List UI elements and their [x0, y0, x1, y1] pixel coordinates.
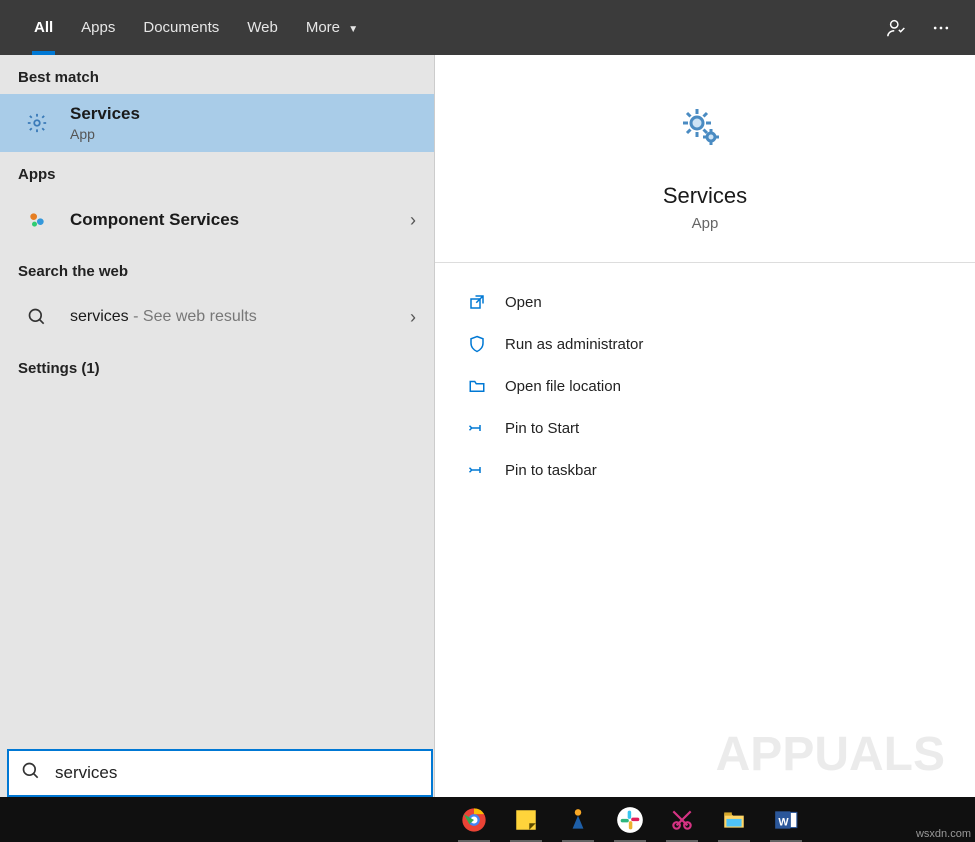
preview-header: Services App: [435, 55, 975, 263]
results-pane: Best match Services App Apps Component S…: [0, 55, 435, 797]
web-header: Search the web: [0, 249, 434, 288]
shield-icon: [465, 335, 489, 353]
taskbar-word[interactable]: W: [760, 797, 812, 842]
chevron-right-icon: ›: [410, 307, 416, 328]
taskbar-explorer[interactable]: [708, 797, 760, 842]
web-query-text: services: [70, 308, 129, 325]
taskbar-chrome[interactable]: [448, 797, 500, 842]
pin-icon: [465, 419, 489, 437]
result-services-subtitle: App: [70, 126, 416, 142]
search-icon: [18, 298, 56, 336]
folder-icon: [465, 377, 489, 395]
action-open-location[interactable]: Open file location: [465, 365, 945, 407]
tab-documents[interactable]: Documents: [129, 0, 233, 55]
more-options-icon[interactable]: [919, 6, 963, 50]
component-prefix: Component: [70, 210, 169, 229]
component-services-icon: [18, 201, 56, 239]
filter-tabs: All Apps Documents Web More ▼: [0, 0, 975, 55]
tab-more-label: More: [306, 19, 340, 36]
action-open-label: Open: [505, 294, 542, 311]
taskbar-slack[interactable]: [604, 797, 656, 842]
main-area: Best match Services App Apps Component S…: [0, 55, 975, 797]
action-open[interactable]: Open: [465, 281, 945, 323]
taskbar: W: [0, 797, 975, 842]
action-open-location-label: Open file location: [505, 378, 621, 395]
chevron-down-icon: ▼: [348, 24, 358, 35]
action-run-admin[interactable]: Run as administrator: [465, 323, 945, 365]
pin-icon: [465, 461, 489, 479]
open-icon: [465, 293, 489, 311]
search-input[interactable]: [55, 763, 419, 783]
tab-more[interactable]: More ▼: [292, 0, 372, 55]
action-pin-start-label: Pin to Start: [505, 420, 579, 437]
best-match-header: Best match: [0, 55, 434, 94]
action-pin-taskbar[interactable]: Pin to taskbar: [465, 449, 945, 491]
feedback-icon[interactable]: [875, 6, 919, 50]
chevron-right-icon: ›: [410, 210, 416, 231]
web-suffix-text: - See web results: [129, 308, 257, 325]
tab-web[interactable]: Web: [233, 0, 292, 55]
wsx-label: wsxdn.com: [916, 828, 971, 840]
action-run-admin-label: Run as administrator: [505, 336, 643, 353]
result-services[interactable]: Services App: [0, 94, 434, 152]
taskbar-app-blue[interactable]: [552, 797, 604, 842]
result-services-title: Services: [70, 104, 416, 124]
action-pin-taskbar-label: Pin to taskbar: [505, 462, 597, 479]
preview-subtitle: App: [692, 215, 719, 232]
action-pin-start[interactable]: Pin to Start: [465, 407, 945, 449]
svg-text:W: W: [778, 816, 789, 828]
result-web-services[interactable]: services - See web results ›: [0, 288, 434, 346]
search-bar[interactable]: [7, 749, 433, 797]
tab-apps[interactable]: Apps: [67, 0, 129, 55]
result-component-title: Component Services: [70, 210, 410, 230]
taskbar-sticky-notes[interactable]: [500, 797, 552, 842]
component-bold: Services: [169, 210, 239, 229]
result-component-services[interactable]: Component Services ›: [0, 191, 434, 249]
services-app-icon: [677, 103, 733, 159]
result-web-title: services - See web results: [70, 308, 410, 326]
apps-header: Apps: [0, 152, 434, 191]
actions-list: Open Run as administrator Open file loca…: [435, 263, 975, 509]
search-icon: [21, 761, 41, 786]
preview-title: Services: [663, 183, 747, 209]
tab-all[interactable]: All: [20, 0, 67, 55]
taskbar-snip[interactable]: [656, 797, 708, 842]
settings-header: Settings (1): [0, 346, 434, 385]
services-icon: [18, 104, 56, 142]
preview-pane: Services App Open Run as administrator: [435, 55, 975, 797]
